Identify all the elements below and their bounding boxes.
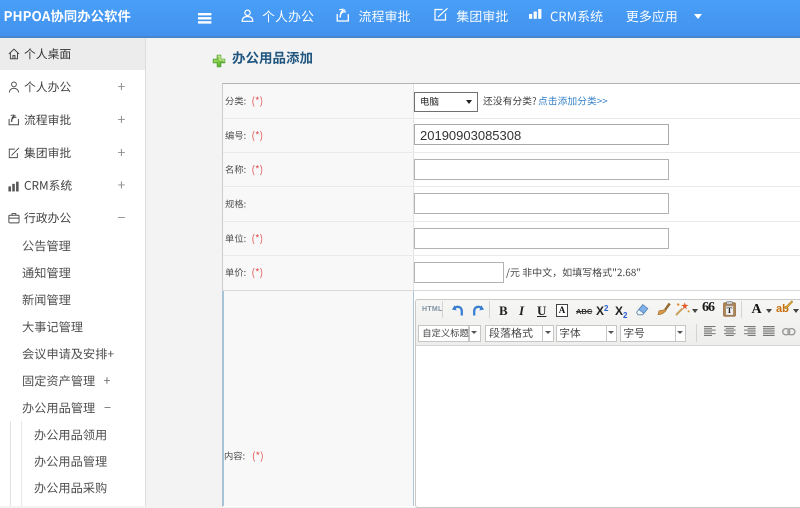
svg-text:T: T	[727, 305, 733, 315]
